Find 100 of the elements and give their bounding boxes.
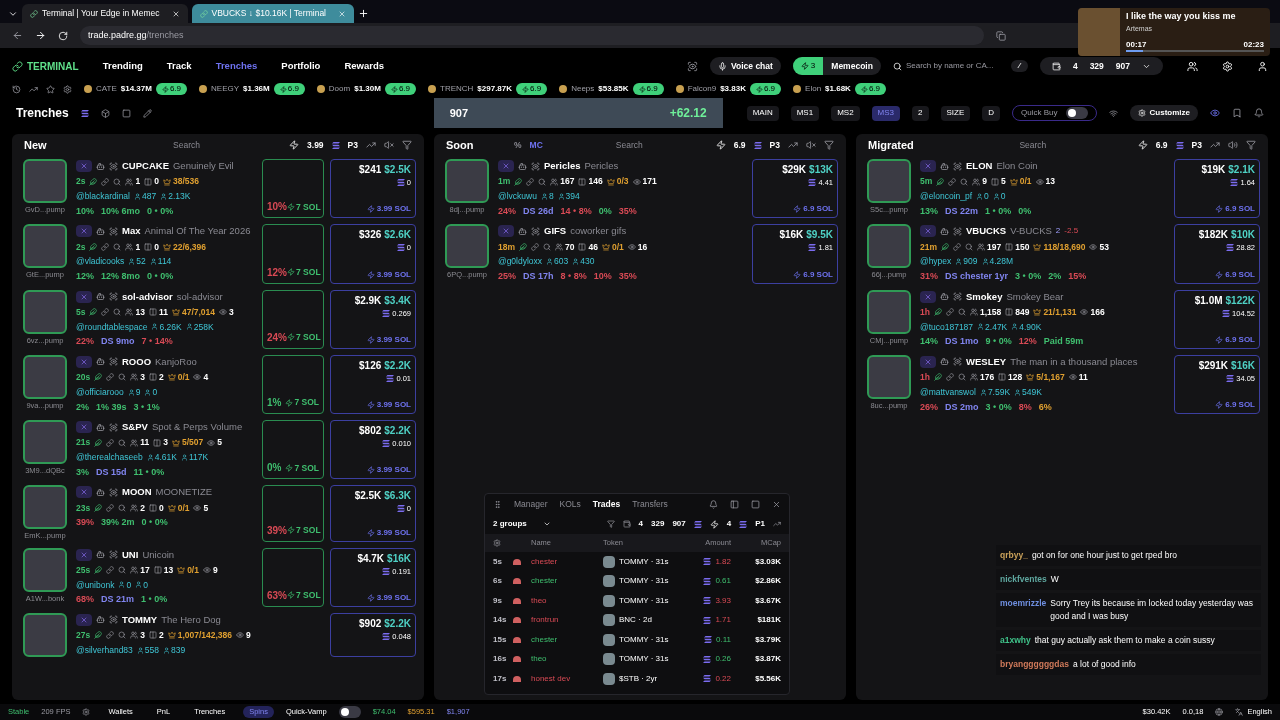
search-field[interactable]: Search [550,138,708,152]
preset-button[interactable]: D [982,105,1001,121]
preset-button[interactable]: MS2 [831,105,860,121]
quick-buy-button[interactable]: 6.9 SOL [793,203,833,216]
ticker-name[interactable]: NEEGY [211,83,240,95]
buy-button[interactable]: 7 SOL [287,200,321,214]
search-field[interactable]: Search [936,138,1130,152]
quick-buy-button[interactable]: 6.9 SOL [793,268,833,281]
quick-buy-button[interactable]: 6.9 SOL [1215,333,1255,346]
creator-handle[interactable]: @eloncoin_pf [920,190,973,203]
nav-link[interactable]: Trending [102,58,143,74]
trader-name[interactable]: theo [531,653,603,666]
ticker-name[interactable]: TRENCH [440,83,474,95]
quick-buy-button[interactable]: 3.99 SOL [366,464,411,477]
column-toggle[interactable]: % [514,138,522,152]
chat-username[interactable]: qrbyy_ [1000,549,1028,562]
quick-buy-button[interactable]: 3.99 SOL [366,268,411,281]
trade-token[interactable]: $STB · 2yr [619,672,658,685]
creator-handle[interactable]: @unibonk [76,578,115,592]
buy-button[interactable]: 7 SOL [287,523,321,537]
buy-button[interactable]: 7 SOL [285,461,319,475]
buy-button[interactable]: 7 SOL [287,265,321,279]
quick-buy-button[interactable]: 3.99 SOL [366,399,411,411]
preset-button[interactable]: SIZE [940,105,971,121]
search-field[interactable]: Search by name or CA... / [892,60,1028,72]
browser-tab[interactable]: VBUCKS ↓ $10.16K | Terminal [191,4,354,23]
preset-button[interactable]: P3 [347,138,358,152]
logo-text[interactable]: TERMINAL [27,58,79,74]
trader-name[interactable]: honest dev [531,672,603,685]
preset-button[interactable]: MAIN [746,105,779,121]
trade-token[interactable]: TOMMY · 31s [619,633,669,646]
trade-token[interactable]: TOMMY · 31s [619,555,669,568]
boost-badge[interactable]: 6.9 [516,83,548,95]
address-bar[interactable]: trade.padre.gg/trenches [80,26,984,45]
creator-handle[interactable]: @g0ldyloxx [498,255,543,268]
quick-buy-button[interactable]: 6.9 SOL [1215,268,1255,281]
creator-handle[interactable]: @blackardinal [76,190,130,203]
preset-button[interactable]: P3 [769,138,780,152]
preset-button[interactable]: P3 [1191,138,1202,152]
boost-badge[interactable]: 3 [792,57,824,75]
boost-badge[interactable]: 6.9 [749,83,782,95]
quick-buy-button[interactable]: 6.9 SOL [1215,399,1255,411]
trader-name[interactable]: chester [531,555,603,568]
ticker-name[interactable]: Doom [328,83,351,95]
trader-name[interactable]: theo [531,594,603,607]
boost-badge[interactable]: 6.9 [155,83,187,95]
trader-name[interactable]: frontrun [531,614,603,627]
quick-buy-button[interactable]: 3.99 SOL [366,203,411,216]
creator-handle[interactable]: @tuco187187 [920,320,974,334]
trade-token[interactable]: TOMMY · 31s [619,594,669,607]
quick-buy-button[interactable]: 3.99 SOL [366,526,411,539]
creator-handle[interactable]: @lvckuwu [498,190,537,203]
boost-badge[interactable]: 6.9 [384,83,416,95]
creator-handle[interactable]: @roundtablespace [76,320,148,334]
trader-name[interactable]: chester [531,633,603,646]
quick-buy-button[interactable]: 6.9 SOL [1215,203,1255,216]
trade-token[interactable]: BNC · 2d [619,614,652,627]
column-toggle[interactable]: MC [529,138,543,152]
buy-button[interactable]: 7 SOL [287,331,321,344]
creator-handle[interactable]: @officiarooo [76,385,124,399]
wallet-selector[interactable]: 4 329 907 [1039,57,1163,75]
preset-button[interactable]: MS1 [790,105,820,121]
ticker-name[interactable]: CATE [96,83,117,95]
trader-name[interactable]: chester [531,575,603,588]
voice-chat-button[interactable]: Voice chat [709,57,781,75]
quick-buy-button[interactable]: 3.99 SOL [366,591,411,604]
nav-link[interactable]: Trenches [215,58,258,74]
chat-username[interactable]: bryanggggggdas [1000,658,1069,671]
panel-tab[interactable]: KOLs [559,497,581,511]
chat-username[interactable]: nickfventes [1000,573,1047,586]
boost-badge[interactable]: 6.9 [273,83,305,95]
buy-button[interactable]: 7 SOL [285,396,319,409]
ticker-name[interactable]: Falcon9 [687,83,717,95]
promo-banner[interactable]: 907 +62.12 [433,98,723,128]
panel-tab[interactable]: Transfers [632,497,668,511]
ticker-name[interactable]: Elon [805,83,822,95]
mode-button[interactable]: Memecoin [823,59,881,73]
nav-link[interactable]: Rewards [344,58,384,74]
buy-button[interactable]: 7 SOL [287,589,321,602]
trade-token[interactable]: TOMMY · 31s [619,575,669,588]
preset-label[interactable]: P1 [755,518,765,530]
chat-username[interactable]: moemrizzle [1000,597,1047,610]
panel-tab[interactable]: Manager [514,497,548,511]
search-field[interactable]: Search [92,138,282,152]
creator-handle[interactable]: @vladicooks [76,255,125,268]
preset-button[interactable]: MS3 [871,105,901,121]
creator-handle[interactable]: @hypex [920,255,952,268]
browser-tab[interactable]: Terminal | Your Edge in Memec [22,4,188,23]
boost-badge[interactable]: 6.9 [632,83,664,95]
panel-tab[interactable]: Trades [592,497,621,511]
chat-username[interactable]: a1xwhy [1000,634,1031,647]
nav-link[interactable]: Track [166,58,192,74]
groups-dropdown[interactable]: 2 groups [493,518,551,530]
customize-button[interactable]: Customize [1129,105,1198,121]
quick-buy-button[interactable]: 3.99 SOL [366,333,411,346]
ticker-name[interactable]: Neeps [571,83,595,95]
preset-button[interactable]: 2 [912,105,929,121]
boost-badge[interactable]: 6.9 [854,83,886,95]
creator-handle[interactable]: @silverhand83 [76,643,133,657]
trade-token[interactable]: TOMMY · 31s [619,653,669,666]
